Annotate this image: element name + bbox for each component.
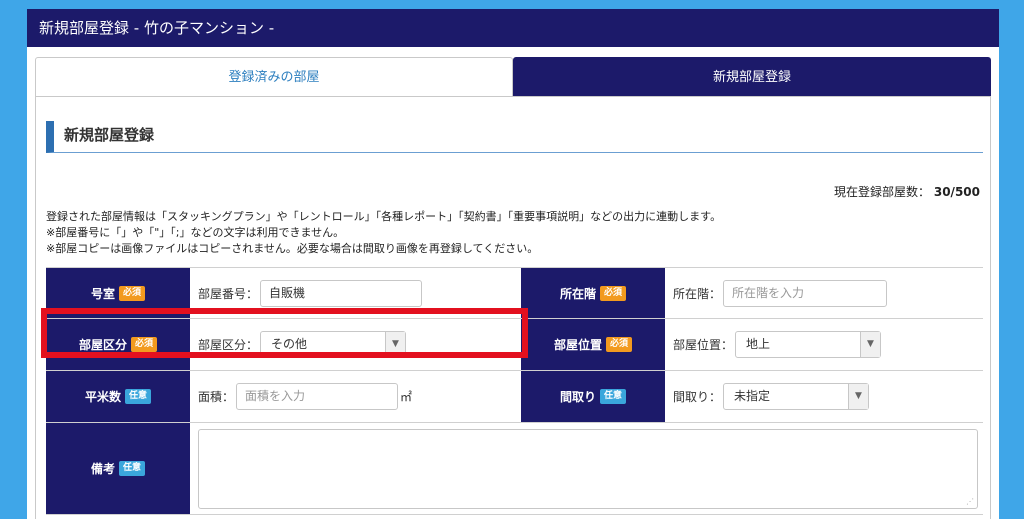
note-line: ※部屋コピーは画像ファイルはコピーされません。必要な場合は間取り画像を再登録して… bbox=[46, 242, 539, 255]
notes: 登録された部屋情報は「スタッキングプラン」や「レントロール」「各種レポート」「契… bbox=[46, 209, 721, 257]
form-row: 平米数 任意 面積： 面積を入力 ㎡ 間取り 任意 間取り： 未指定 ▼ bbox=[46, 371, 983, 423]
room-count-value: 30/500 bbox=[933, 185, 980, 199]
label-text: 間取り bbox=[559, 390, 596, 404]
chevron-down-icon: ▼ bbox=[860, 332, 881, 357]
label-text: 号室 bbox=[90, 286, 115, 301]
tab-registered-rooms[interactable]: 登録済みの部屋 bbox=[35, 57, 513, 97]
label-text: 所在階 bbox=[559, 286, 596, 301]
note-line: ※部屋番号に「」や「"」「;」などの文字は利用できません。 bbox=[46, 226, 345, 239]
required-badge: 必須 bbox=[606, 337, 633, 352]
room-position-select[interactable]: 地上 ▼ bbox=[735, 331, 882, 358]
label-text: 備考 bbox=[90, 462, 115, 476]
remarks-textarea[interactable]: ⋰ bbox=[198, 429, 978, 509]
label-layout: 間取り 任意 bbox=[521, 371, 665, 422]
unit-label: ㎡ bbox=[400, 390, 413, 404]
highlight-box bbox=[41, 308, 528, 358]
label-text: 部屋位置 bbox=[553, 338, 602, 352]
room-form: 号室 必須 部屋番号： 自販機 所在階 必須 所在階： 所在階を入力 部屋区分 … bbox=[46, 267, 983, 515]
area-input[interactable]: 面積を入力 bbox=[236, 383, 399, 410]
form-row: 備考 任意 ⋰ bbox=[46, 423, 983, 515]
optional-badge: 任意 bbox=[119, 461, 146, 476]
tab-bar: 登録済みの部屋 新規部屋登録 bbox=[35, 57, 991, 97]
tab-new-room[interactable]: 新規部屋登録 bbox=[513, 57, 991, 97]
room-count-label: 現在登録部屋数： bbox=[834, 185, 931, 199]
label-room-position: 部屋位置 必須 bbox=[521, 319, 665, 370]
layout-select[interactable]: 未指定 ▼ bbox=[723, 383, 870, 410]
cell-room-position: 部屋位置： 地上 ▼ bbox=[665, 319, 983, 370]
optional-badge: 任意 bbox=[600, 389, 627, 404]
app-window: 新規部屋登録 - 竹の子マンション - 登録済みの部屋 新規部屋登録 新規部屋登… bbox=[27, 9, 999, 519]
resize-grip-icon[interactable]: ⋰ bbox=[966, 497, 974, 506]
cell-area: 面積： 面積を入力 ㎡ bbox=[190, 371, 521, 422]
field-label: 所在階： bbox=[673, 286, 722, 301]
label-floor: 所在階 必須 bbox=[521, 268, 665, 318]
selected-value: 未指定 bbox=[734, 389, 771, 403]
field-label: 面積： bbox=[198, 390, 235, 404]
chevron-down-icon: ▼ bbox=[848, 384, 869, 409]
field-label: 間取り： bbox=[673, 390, 722, 404]
required-badge: 必須 bbox=[119, 285, 146, 301]
note-line: 登録された部屋情報は「スタッキングプラン」や「レントロール」「各種レポート」「契… bbox=[46, 210, 722, 223]
room-number-input[interactable]: 自販機 bbox=[260, 279, 423, 307]
window-title: 新規部屋登録 - 竹の子マンション - bbox=[27, 9, 999, 47]
cell-floor: 所在階： 所在階を入力 bbox=[665, 268, 983, 318]
section-heading: 新規部屋登録 bbox=[46, 121, 983, 153]
label-text: 平米数 bbox=[84, 390, 121, 404]
label-area: 平米数 任意 bbox=[46, 371, 190, 422]
cell-layout: 間取り： 未指定 ▼ bbox=[665, 371, 983, 422]
label-remarks: 備考 任意 bbox=[46, 423, 190, 514]
room-count: 現在登録部屋数： 30/500 bbox=[834, 183, 980, 200]
selected-value: 地上 bbox=[746, 337, 771, 351]
floor-input[interactable]: 所在階を入力 bbox=[723, 279, 888, 307]
field-label: 部屋番号： bbox=[198, 286, 259, 301]
optional-badge: 任意 bbox=[125, 389, 152, 404]
required-badge: 必須 bbox=[600, 285, 627, 301]
field-label: 部屋位置： bbox=[673, 338, 734, 352]
